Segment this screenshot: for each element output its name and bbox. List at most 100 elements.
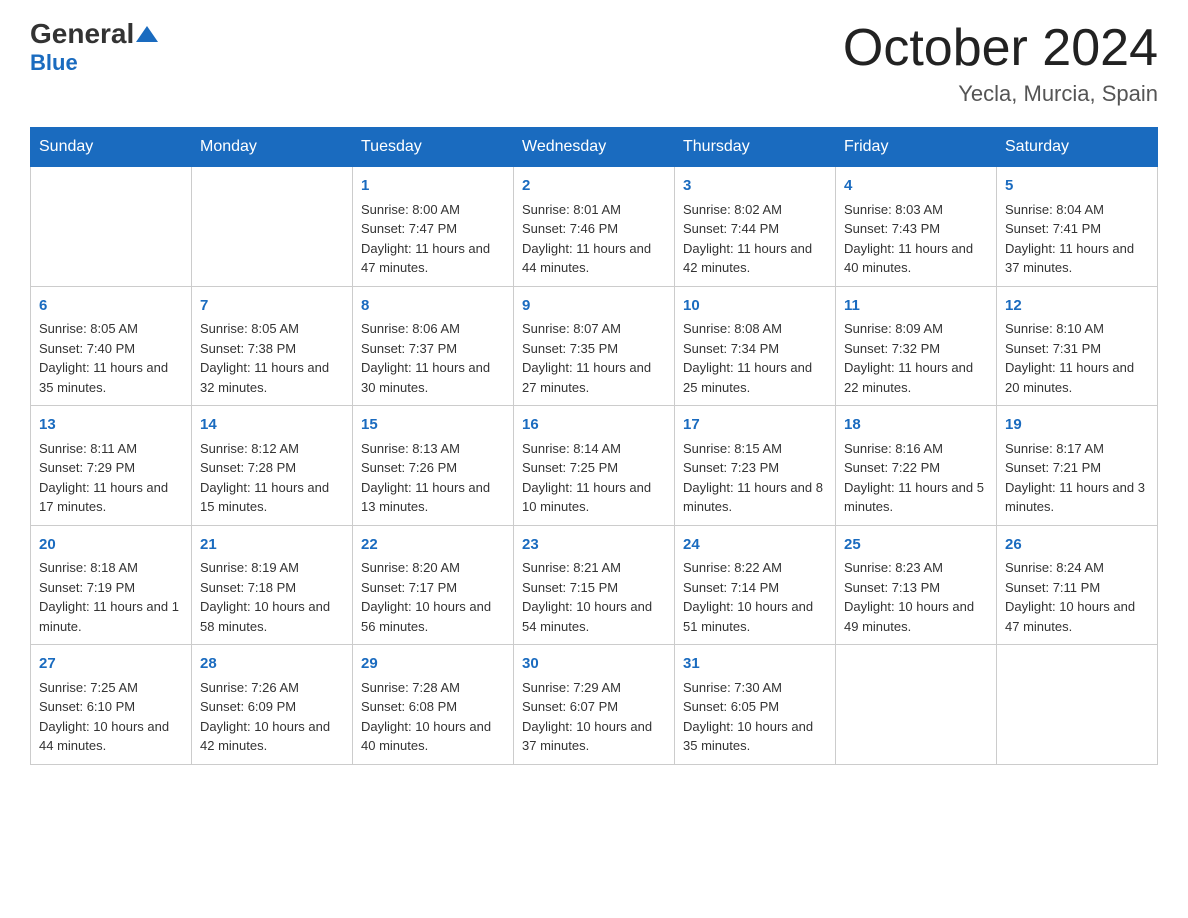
table-row: 8Sunrise: 8:06 AMSunset: 7:37 PMDaylight… [353,286,514,406]
sunrise-text: Sunrise: 8:00 AM [361,202,460,217]
sunset-text: Sunset: 7:23 PM [683,460,779,475]
day-number: 17 [683,414,827,437]
sunset-text: Sunset: 7:21 PM [1005,460,1101,475]
sunrise-text: Sunrise: 8:12 AM [200,441,299,456]
daylight-text: Daylight: 11 hours and 10 minutes. [522,480,651,515]
daylight-text: Daylight: 10 hours and 42 minutes. [200,719,330,754]
day-number: 15 [361,414,505,437]
daylight-text: Daylight: 11 hours and 20 minutes. [1005,360,1134,395]
sunset-text: Sunset: 7:46 PM [522,221,618,236]
sunrise-text: Sunrise: 8:04 AM [1005,202,1104,217]
daylight-text: Daylight: 11 hours and 40 minutes. [844,241,973,276]
day-number: 14 [200,414,344,437]
sunrise-text: Sunrise: 8:20 AM [361,560,460,575]
calendar-week-row: 13Sunrise: 8:11 AMSunset: 7:29 PMDayligh… [31,406,1158,526]
sunrise-text: Sunrise: 8:11 AM [39,441,137,456]
sunset-text: Sunset: 7:22 PM [844,460,940,475]
table-row: 5Sunrise: 8:04 AMSunset: 7:41 PMDaylight… [997,167,1158,287]
col-wednesday: Wednesday [514,128,675,167]
daylight-text: Daylight: 11 hours and 15 minutes. [200,480,329,515]
sunset-text: Sunset: 6:08 PM [361,699,457,714]
logo-general-text: General [30,20,134,48]
table-row: 24Sunrise: 8:22 AMSunset: 7:14 PMDayligh… [675,525,836,645]
page-header: General Blue October 2024 Yecla, Murcia,… [30,20,1158,107]
daylight-text: Daylight: 11 hours and 47 minutes. [361,241,490,276]
table-row: 29Sunrise: 7:28 AMSunset: 6:08 PMDayligh… [353,645,514,765]
table-row [31,167,192,287]
table-row: 3Sunrise: 8:02 AMSunset: 7:44 PMDaylight… [675,167,836,287]
sunrise-text: Sunrise: 8:22 AM [683,560,782,575]
daylight-text: Daylight: 11 hours and 17 minutes. [39,480,168,515]
daylight-text: Daylight: 10 hours and 37 minutes. [522,719,652,754]
day-number: 23 [522,534,666,557]
sunset-text: Sunset: 7:41 PM [1005,221,1101,236]
table-row: 26Sunrise: 8:24 AMSunset: 7:11 PMDayligh… [997,525,1158,645]
table-row: 28Sunrise: 7:26 AMSunset: 6:09 PMDayligh… [192,645,353,765]
sunset-text: Sunset: 6:07 PM [522,699,618,714]
day-number: 27 [39,653,183,676]
day-number: 5 [1005,175,1149,198]
daylight-text: Daylight: 10 hours and 51 minutes. [683,599,813,634]
table-row: 15Sunrise: 8:13 AMSunset: 7:26 PMDayligh… [353,406,514,526]
sunrise-text: Sunrise: 8:16 AM [844,441,943,456]
day-number: 28 [200,653,344,676]
day-number: 12 [1005,295,1149,318]
daylight-text: Daylight: 11 hours and 8 minutes. [683,480,823,515]
day-number: 29 [361,653,505,676]
day-number: 19 [1005,414,1149,437]
table-row: 21Sunrise: 8:19 AMSunset: 7:18 PMDayligh… [192,525,353,645]
sunrise-text: Sunrise: 8:05 AM [200,321,299,336]
table-row [836,645,997,765]
day-number: 30 [522,653,666,676]
daylight-text: Daylight: 10 hours and 47 minutes. [1005,599,1135,634]
col-thursday: Thursday [675,128,836,167]
sunrise-text: Sunrise: 8:14 AM [522,441,621,456]
day-number: 1 [361,175,505,198]
sunrise-text: Sunrise: 8:18 AM [39,560,138,575]
sunrise-text: Sunrise: 8:17 AM [1005,441,1104,456]
sunrise-text: Sunrise: 8:19 AM [200,560,299,575]
daylight-text: Daylight: 10 hours and 49 minutes. [844,599,974,634]
title-block: October 2024 Yecla, Murcia, Spain [843,20,1158,107]
day-number: 13 [39,414,183,437]
daylight-text: Daylight: 11 hours and 22 minutes. [844,360,973,395]
sunrise-text: Sunrise: 8:03 AM [844,202,943,217]
sunrise-text: Sunrise: 8:10 AM [1005,321,1104,336]
sunset-text: Sunset: 7:37 PM [361,341,457,356]
sunset-text: Sunset: 7:18 PM [200,580,296,595]
day-number: 26 [1005,534,1149,557]
table-row: 9Sunrise: 8:07 AMSunset: 7:35 PMDaylight… [514,286,675,406]
daylight-text: Daylight: 10 hours and 58 minutes. [200,599,330,634]
table-row: 22Sunrise: 8:20 AMSunset: 7:17 PMDayligh… [353,525,514,645]
sunset-text: Sunset: 7:35 PM [522,341,618,356]
sunset-text: Sunset: 7:43 PM [844,221,940,236]
calendar-week-row: 20Sunrise: 8:18 AMSunset: 7:19 PMDayligh… [31,525,1158,645]
sunset-text: Sunset: 7:47 PM [361,221,457,236]
sunrise-text: Sunrise: 7:25 AM [39,680,138,695]
day-number: 3 [683,175,827,198]
calendar-week-row: 6Sunrise: 8:05 AMSunset: 7:40 PMDaylight… [31,286,1158,406]
logo-triangle-icon [136,23,158,45]
sunset-text: Sunset: 7:40 PM [39,341,135,356]
sunset-text: Sunset: 7:28 PM [200,460,296,475]
day-number: 22 [361,534,505,557]
sunset-text: Sunset: 6:09 PM [200,699,296,714]
table-row: 4Sunrise: 8:03 AMSunset: 7:43 PMDaylight… [836,167,997,287]
day-number: 7 [200,295,344,318]
calendar-table: Sunday Monday Tuesday Wednesday Thursday… [30,127,1158,765]
day-number: 2 [522,175,666,198]
sunrise-text: Sunrise: 8:08 AM [683,321,782,336]
day-number: 8 [361,295,505,318]
daylight-text: Daylight: 10 hours and 40 minutes. [361,719,491,754]
sunset-text: Sunset: 7:26 PM [361,460,457,475]
sunrise-text: Sunrise: 8:15 AM [683,441,782,456]
daylight-text: Daylight: 11 hours and 35 minutes. [39,360,168,395]
sunset-text: Sunset: 7:19 PM [39,580,135,595]
table-row: 6Sunrise: 8:05 AMSunset: 7:40 PMDaylight… [31,286,192,406]
daylight-text: Daylight: 11 hours and 13 minutes. [361,480,490,515]
sunrise-text: Sunrise: 8:09 AM [844,321,943,336]
day-number: 24 [683,534,827,557]
table-row: 20Sunrise: 8:18 AMSunset: 7:19 PMDayligh… [31,525,192,645]
calendar-week-row: 1 Sunrise: 8:00 AM Sunset: 7:47 PM Daylight… [31,167,1158,287]
sunset-text: Sunset: 7:13 PM [844,580,940,595]
